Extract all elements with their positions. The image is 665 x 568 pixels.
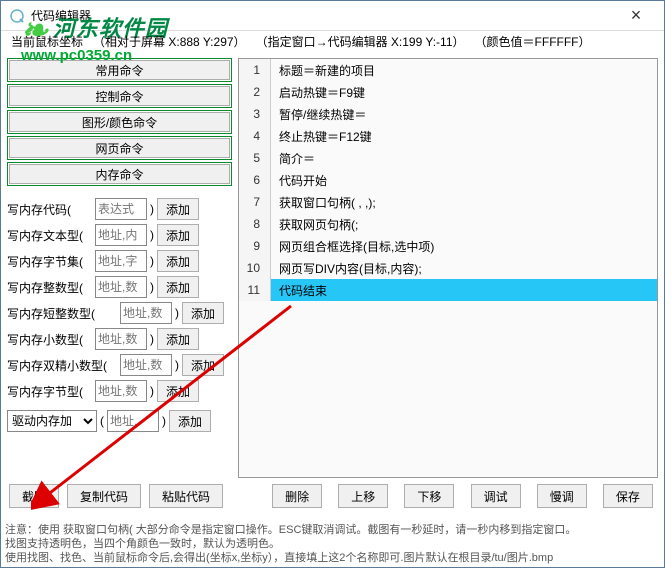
code-editor[interactable]: 1标题＝新建的项目2启动热键＝F9键3暂停/继续热键＝4终止热键＝F12键5简介… [238, 58, 658, 478]
status-color: （颜色值＝FFFFFF） [475, 35, 591, 49]
row-add-7[interactable]: 添加 [157, 380, 199, 402]
row-add-4[interactable]: 添加 [182, 302, 224, 324]
code-line[interactable]: 2启动热键＝F9键 [239, 81, 657, 103]
row-label: 写内存字节型( [7, 383, 92, 400]
code-line[interactable]: 5简介＝ [239, 147, 657, 169]
left-panel: 常用命令控制命令图形/颜色命令网页命令内存命令 写内存代码()添加写内存文本型(… [7, 58, 232, 478]
bottom-btn-删除[interactable]: 删除 [272, 484, 322, 508]
cmd-button-1[interactable]: 控制命令 [9, 86, 230, 106]
close-icon[interactable]: × [616, 5, 656, 26]
help-notes: 注意：使用 获取窗口句柄( 大部分命令是指定窗口操作。ESC键取消调试。截图有一… [5, 523, 660, 565]
row-label: 写内存字节集( [7, 253, 92, 270]
row-add-2[interactable]: 添加 [157, 250, 199, 272]
cmd-button-2[interactable]: 图形/颜色命令 [9, 112, 230, 132]
code-line[interactable]: 4终止热键＝F12键 [239, 125, 657, 147]
row-input-1[interactable] [95, 224, 147, 246]
bottom-btn-粘贴代码[interactable]: 粘贴代码 [149, 484, 223, 508]
code-line[interactable]: 9网页组合框选择(目标,选中项) [239, 235, 657, 257]
row-add-6[interactable]: 添加 [182, 354, 224, 376]
code-line[interactable]: 10网页写DIV内容(目标,内容); [239, 257, 657, 279]
row-add-1[interactable]: 添加 [157, 224, 199, 246]
row-input-0[interactable] [95, 198, 147, 220]
driver-select[interactable]: 驱动内存加 [7, 410, 97, 432]
bottom-btn-调试[interactable]: 调试 [471, 484, 521, 508]
status-window: （指定窗口→代码编辑器 X:199 Y:-11） [256, 35, 465, 49]
row-input-2[interactable] [95, 250, 147, 272]
bottom-btn-下移[interactable]: 下移 [404, 484, 454, 508]
bottom-btn-上移[interactable]: 上移 [338, 484, 388, 508]
status-label: 当前鼠标坐标 [11, 35, 83, 49]
row-add-3[interactable]: 添加 [157, 276, 199, 298]
code-line[interactable]: 1标题＝新建的项目 [239, 59, 657, 81]
row-input-4[interactable] [120, 302, 172, 324]
row-label: 写内存双精小数型( [7, 357, 117, 374]
row-label: 写内存文本型( [7, 227, 92, 244]
row-label: 写内存代码( [7, 201, 92, 218]
cmd-button-4[interactable]: 内存命令 [9, 164, 230, 184]
code-line[interactable]: 8获取网页句柄(; [239, 213, 657, 235]
cmd-button-3[interactable]: 网页命令 [9, 138, 230, 158]
row-label: 写内存短整数型( [7, 305, 117, 322]
code-line[interactable]: 6代码开始 [239, 169, 657, 191]
bottom-btn-复制代码[interactable]: 复制代码 [67, 484, 141, 508]
row-input-7[interactable] [95, 380, 147, 402]
bottom-btn-截图[interactable]: 截图 [9, 484, 59, 508]
row-label: 写内存小数型( [7, 331, 92, 348]
row-add-0[interactable]: 添加 [157, 198, 199, 220]
cmd-button-0[interactable]: 常用命令 [9, 60, 230, 80]
code-line[interactable]: 3暂停/继续热键＝ [239, 103, 657, 125]
status-screen: （相对于屏幕 X:888 Y:297） [93, 35, 246, 49]
row-input-3[interactable] [95, 276, 147, 298]
row-input-6[interactable] [120, 354, 172, 376]
window-title: 代码编辑器 [31, 7, 616, 24]
row-input-5[interactable] [95, 328, 147, 350]
driver-add-button[interactable]: 添加 [169, 410, 211, 432]
app-icon [9, 8, 25, 24]
bottom-btn-慢调[interactable]: 慢调 [537, 484, 587, 508]
status-bar: 当前鼠标坐标 （相对于屏幕 X:888 Y:297） （指定窗口→代码编辑器 X… [1, 31, 664, 52]
driver-input[interactable] [107, 410, 159, 432]
code-line[interactable]: 7获取窗口句柄( , ,); [239, 191, 657, 213]
code-line[interactable]: 11代码结束 [239, 279, 657, 301]
row-add-5[interactable]: 添加 [157, 328, 199, 350]
row-label: 写内存整数型( [7, 279, 92, 296]
bottom-btn-保存[interactable]: 保存 [603, 484, 653, 508]
